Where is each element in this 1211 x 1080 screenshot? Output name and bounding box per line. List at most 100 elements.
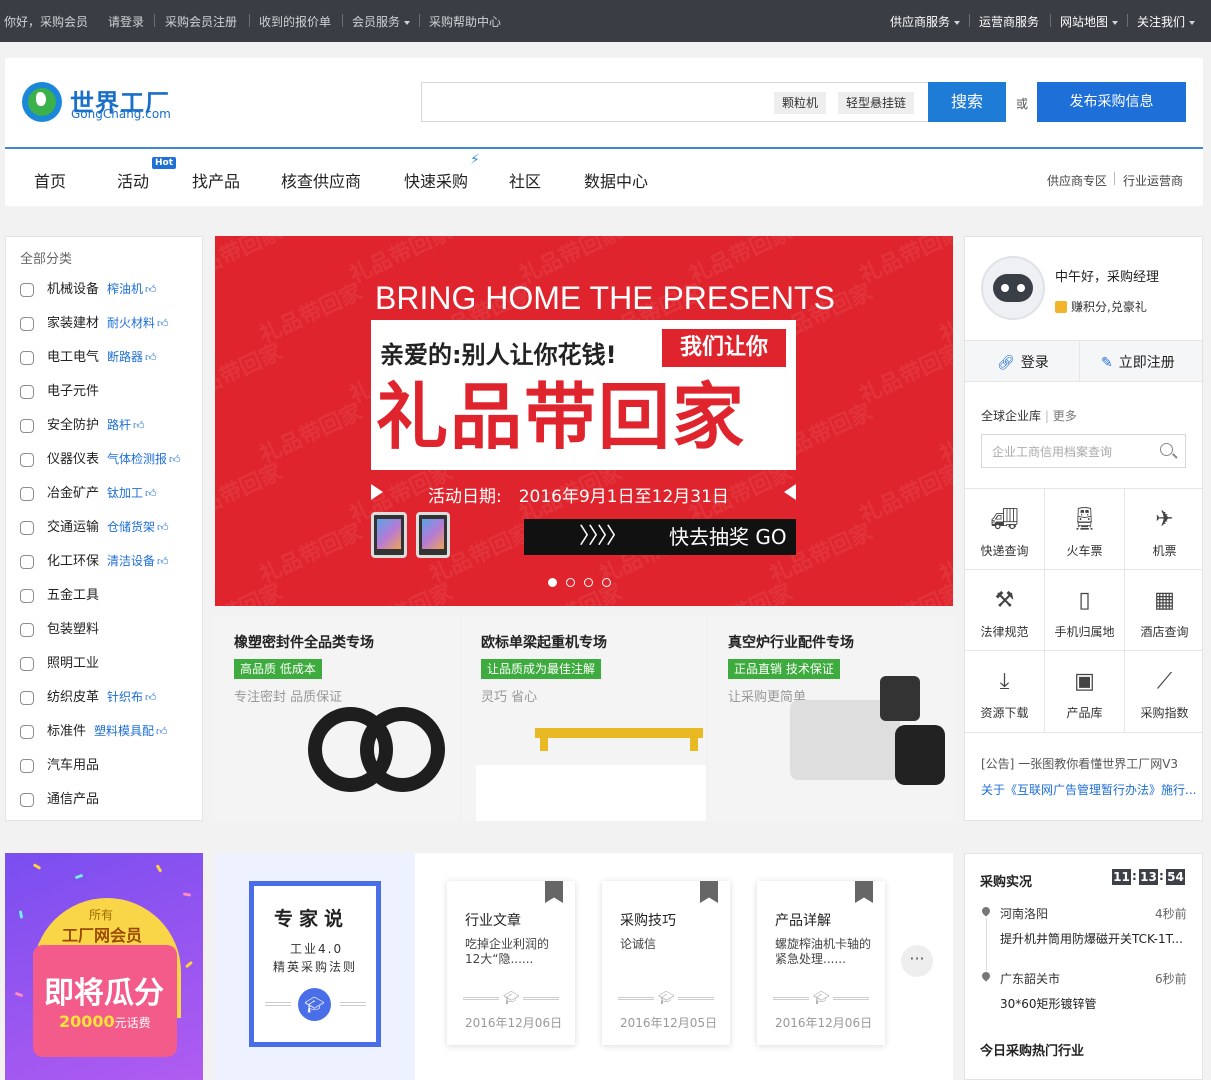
article-card[interactable]: 产品详解 螺旋榨油机卡轴的紧急处理...... 🎓︎ 2016年12月06日 [757,881,885,1045]
more-button[interactable]: ··· [901,945,933,977]
operator-link[interactable]: 行业运营商 [1123,172,1183,189]
category-item[interactable]: 标准件 塑料模具配 👍︎ [20,720,168,740]
member-service-menu[interactable]: 会员服务 [352,13,411,30]
category-item[interactable]: 电工电气 断路器 👍︎ [20,346,157,366]
supplier-service-menu[interactable]: 供应商服务 [890,13,961,30]
category-item[interactable]: 通信产品 [20,788,99,808]
category-hot-link[interactable]: 榨油机 [107,282,143,296]
follow-menu[interactable]: 关注我们 [1137,13,1196,30]
search-icon[interactable] [1160,443,1173,456]
promo-line1: 所有 [89,908,114,922]
category-item[interactable]: 电子元件 [20,380,99,400]
carousel-dot[interactable] [602,578,611,587]
category-hot-link[interactable]: 针织布 [107,690,143,704]
notice-2[interactable]: 关于《互联网广告管理暂行办法》施行... [981,781,1196,798]
carousel-dot[interactable] [548,578,557,587]
purchase-title: 采购实况 [980,875,1033,890]
category-hot-link[interactable]: 塑料模具配 [94,724,154,738]
nav-home[interactable]: 首页 [34,168,66,192]
category-item[interactable]: 汽车用品 [20,754,99,774]
clock-seconds: 54 [1166,869,1185,885]
lib-title: 全球企业库 [981,409,1042,423]
chevrons-icon: 〉〉〉〉 [579,524,628,549]
carousel-dot[interactable] [584,578,593,587]
category-hot-link[interactable]: 断路器 [107,350,143,364]
points-link[interactable]: 赚积分,兑豪礼 [1055,298,1147,315]
lottery-go-button[interactable]: 〉〉〉〉 快去抽奖 GO [524,519,796,555]
category-hot-link[interactable]: 气体检测报 [107,452,167,466]
or-text: 或 [1016,97,1029,111]
category-label: 照明工业 [47,656,100,671]
category-item[interactable]: 包装塑料 [20,618,99,638]
quotes-link[interactable]: 收到的报价单 [259,13,331,30]
register-button[interactable]: ✎ 立即注册 [1101,352,1175,372]
category-hot-link[interactable]: 仓储货架 [107,520,155,534]
category-label: 汽车用品 [47,758,100,773]
category-item[interactable]: 仪器仪表 气体检测报 👍︎ [20,448,181,468]
search-tag[interactable]: 颗粒机 [774,92,827,114]
nav-data-center[interactable]: 数据中心 [584,168,648,192]
category-item[interactable]: 交通运输 仓储货架 👍︎ [20,516,169,536]
category-icon [20,316,34,331]
tool-hotel[interactable]: ▦ 酒店查询 [1125,587,1204,640]
notice-1[interactable]: [公告] 一张图教你看懂世界工厂网V3 [981,755,1178,772]
tool-plane[interactable]: ✈︎ 机票 [1125,506,1204,559]
download-icon: ⤓ [999,669,1010,694]
article-card[interactable]: 采购技巧 论诚信 🎓︎ 2016年12月05日 [602,881,730,1045]
nav-activity[interactable]: 活动 [117,168,149,192]
promo-tag: 高品质 低成本 [234,659,322,679]
category-item[interactable]: 纺织皮革 针织布 👍︎ [20,686,157,706]
category-item[interactable]: 照明工业 [20,652,99,672]
category-hot-link[interactable]: 清洁设备 [107,554,155,568]
nav-community[interactable]: 社区 [509,168,541,192]
tool-download[interactable]: ⤓ 资源下载 [965,668,1044,721]
purchase-desc[interactable]: 30*60矩形镀锌管 [1000,995,1190,1012]
chevron-down-icon [1189,20,1196,25]
nav-verify-supplier[interactable]: 核查供应商 [281,168,361,192]
nav-products[interactable]: 找产品 [192,168,240,192]
coin-icon [1055,301,1067,313]
sitemap-label: 网站地图 [1060,15,1109,29]
avatar[interactable] [981,256,1045,320]
post-purchase-button[interactable]: 发布采购信息 [1037,82,1186,122]
operator-service-link[interactable]: 运营商服务 [979,13,1039,30]
sitemap-menu[interactable]: 网站地图 [1060,13,1119,30]
register-link[interactable]: 采购会员注册 [165,13,237,30]
amount-value: 20000 [59,1012,115,1031]
tool-chart[interactable]: ⟋ 采购指数 [1125,668,1204,721]
lib-more-link[interactable]: 更多 [1053,409,1077,423]
tool-truck[interactable]: 🚚︎ 快递查询 [965,506,1044,559]
category-hot-link[interactable]: 钛加工 [107,486,143,500]
category-icon [20,690,34,705]
category-item[interactable]: 家装建材 耐火材料 👍︎ [20,312,169,332]
tool-label: 机票 [1152,544,1177,558]
robot-icon [993,274,1033,302]
purchase-desc[interactable]: 提升机井筒用防爆磁开关TCK-1T... [1000,930,1190,947]
category-hot-link[interactable]: 路杆 [107,418,131,432]
promo-sub: 灵巧 省心 [481,690,538,705]
login-button[interactable]: 🔗︎ 登录 [997,352,1049,372]
search-tag[interactable]: 轻型悬挂链 [838,92,915,114]
category-item[interactable]: 化工环保 清洁设备 👍︎ [20,550,169,570]
tool-box[interactable]: ▣ 产品库 [1045,668,1124,721]
enterprise-search-input[interactable]: 企业工商信用档案查询 [981,434,1186,468]
carousel-dot[interactable] [566,578,575,587]
tool-phone[interactable]: ▯ 手机归属地 [1045,587,1124,640]
help-link[interactable]: 采购帮助中心 [429,13,501,30]
category-item[interactable]: 安全防护 路杆 👍︎ [20,414,145,434]
category-hot-link[interactable]: 耐火材料 [107,316,155,330]
gavel-icon: ⚒︎ [994,588,1015,613]
tool-label: 快递查询 [980,544,1029,558]
login-link[interactable]: 请登录 [108,13,144,30]
category-item[interactable]: 冶金矿产 钛加工 👍︎ [20,482,157,502]
banner-watermark: 礼品带回家 [215,339,287,409]
nav-quick-purchase[interactable]: 快速采购 [404,168,468,192]
tool-train[interactable]: 🚆︎ 火车票 [1045,506,1124,559]
tool-gavel[interactable]: ⚒︎ 法律规范 [965,587,1044,640]
category-item[interactable]: 五金工具 [20,584,99,604]
logo-globe-icon[interactable] [22,82,62,122]
search-button[interactable]: 搜索 [928,82,1006,122]
supplier-zone-link[interactable]: 供应商专区 [1047,172,1107,189]
category-item[interactable]: 机械设备 榨油机 👍︎ [20,278,157,298]
article-card[interactable]: 行业文章 吃掉企业利润的12大“隐...... 🎓︎ 2016年12月06日 [447,881,575,1045]
